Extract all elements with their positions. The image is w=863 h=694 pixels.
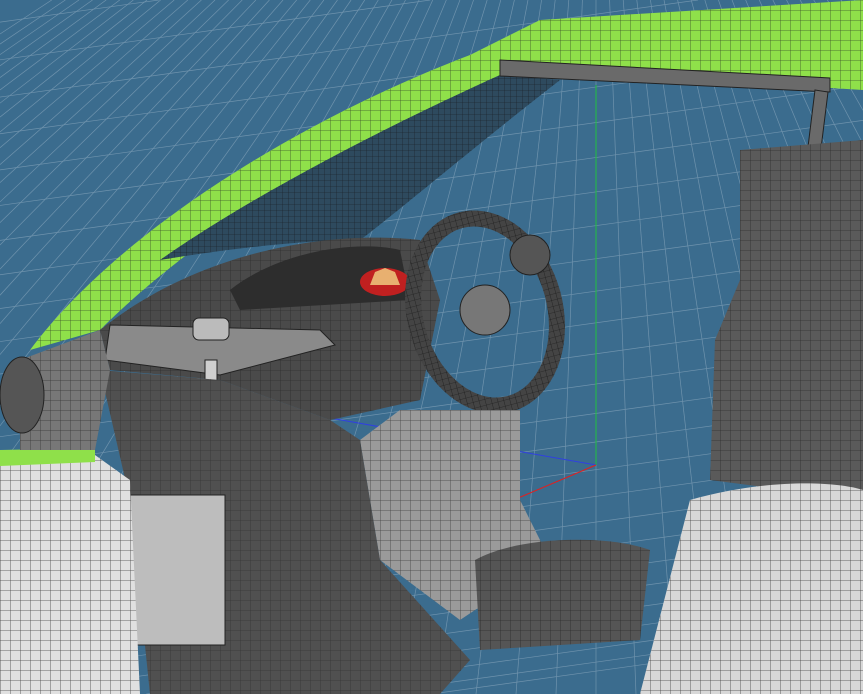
seat-cushion-mesh xyxy=(475,539,650,650)
cup-holder xyxy=(192,317,230,341)
steering-hub xyxy=(459,284,511,336)
viewport-canvas[interactable] xyxy=(0,0,863,694)
side-mirror xyxy=(509,234,551,276)
3d-viewport[interactable] xyxy=(0,0,863,694)
door-bin xyxy=(129,494,226,646)
body-side-panel-mesh xyxy=(0,455,140,694)
left-mirror xyxy=(0,356,45,434)
